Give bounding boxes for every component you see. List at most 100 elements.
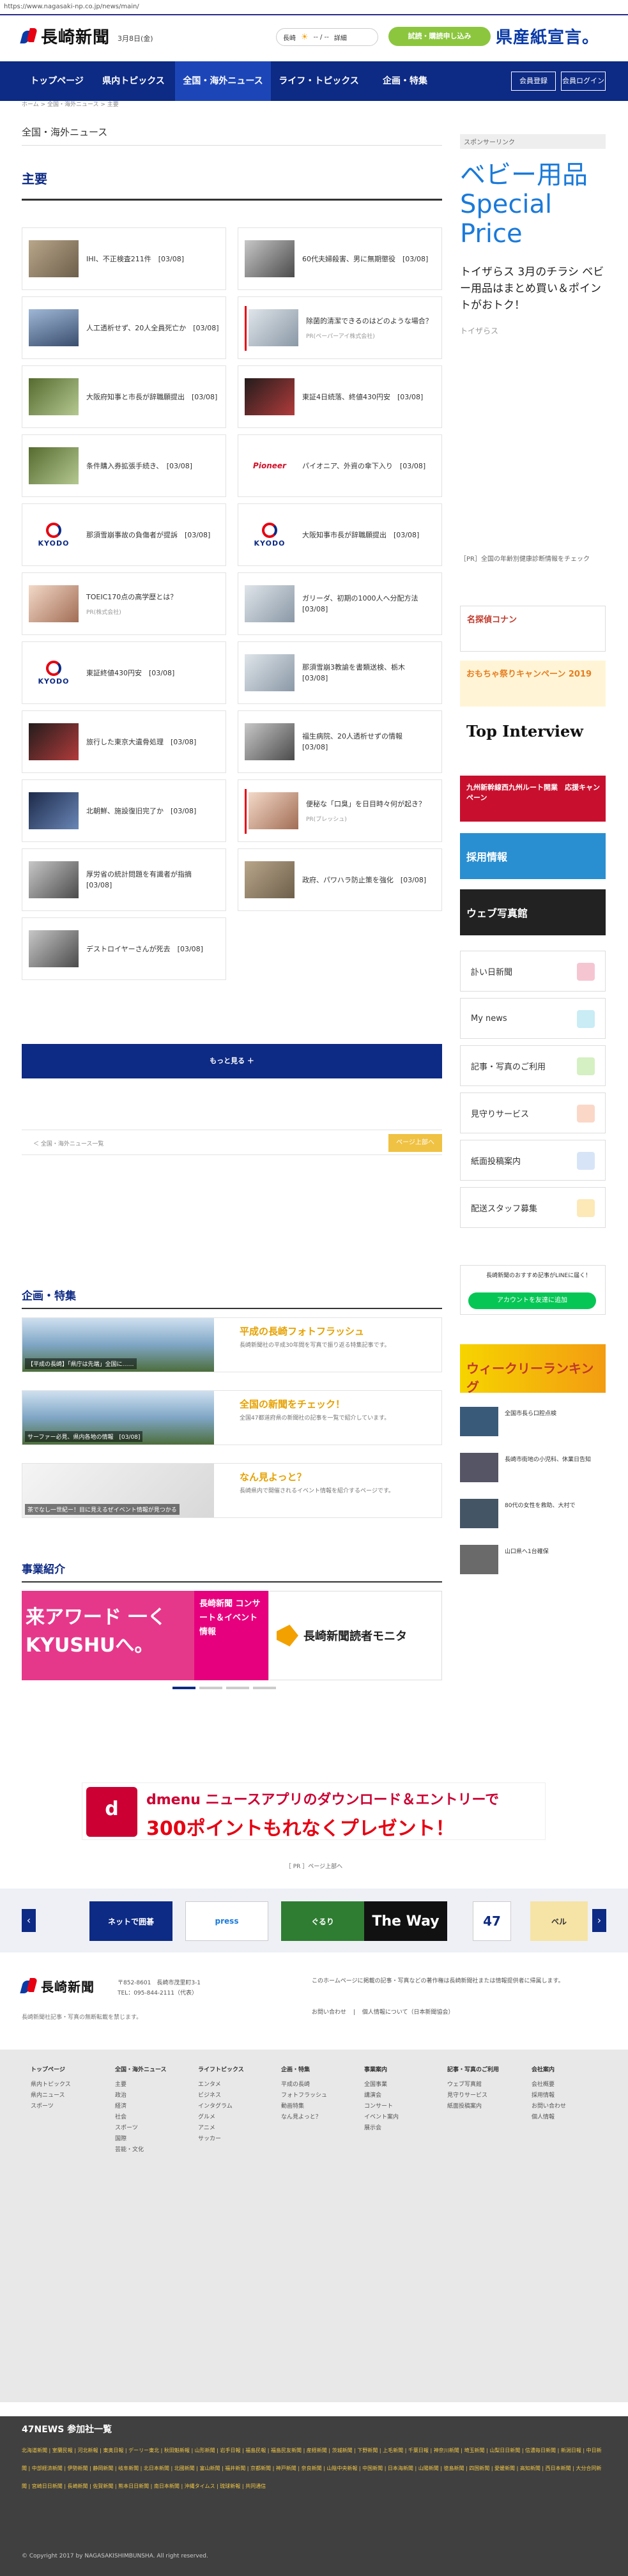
sidebar-link-obituary[interactable]: 訃い日新聞	[460, 951, 606, 992]
sitemap-link[interactable]: 動画特集	[281, 2101, 327, 2112]
sitemap-link[interactable]: アニメ	[198, 2123, 244, 2134]
sidebar-news-item[interactable]: 80代の女性を救助、大村で	[460, 1495, 606, 1533]
feature-card[interactable]: 茶でなし一世紀ー！目に見えるぜイベント情報が見つかる なん見よっと？ 長崎県内で…	[22, 1463, 442, 1518]
page-top-button[interactable]: ページ上部へ	[388, 1134, 442, 1152]
sidebar-news-item[interactable]: 全国市長ら口腔点検	[460, 1403, 606, 1441]
sitemap-link[interactable]: 全国事業	[364, 2080, 399, 2090]
sitemap-link[interactable]: 国際	[115, 2134, 167, 2145]
line-add-friend-button[interactable]: アカウントを友達に追加	[468, 1292, 596, 1309]
sponsor-ad[interactable]: ベビー用品 Special Price トイザらス 3月のチラシ ベビー用品はま…	[460, 160, 606, 336]
news-card[interactable]: 福生病院、20人透析せずの情報 [03/08]	[238, 710, 442, 773]
nav-national-news[interactable]: 全国・海外ニュース	[175, 61, 271, 101]
member-register-button[interactable]: 会員登録	[511, 72, 556, 91]
carousel-next-button[interactable]: ›	[592, 1909, 606, 1932]
news-card[interactable]: 北朝鮮、施設復旧完了か [03/08]	[22, 779, 226, 842]
partner-banner[interactable]: ぐるり	[281, 1901, 364, 1941]
sitemap-link[interactable]: グルメ	[198, 2112, 244, 2123]
nav-local-topics[interactable]: 県内トピックス	[92, 61, 175, 101]
sitemap-link[interactable]: ウェブ写真館	[447, 2080, 499, 2090]
business-banner[interactable]: 来アワード 一く KYUSHUへ。	[22, 1591, 194, 1680]
footer-logo[interactable]: 長崎新聞	[20, 1977, 95, 1995]
partner-banner[interactable]: press	[185, 1901, 268, 1941]
sitemap-heading[interactable]: 記事・写真のご利用	[447, 2065, 499, 2076]
sitemap-link[interactable]: 県内ニュース	[31, 2090, 71, 2101]
news-card[interactable]: 厚労省の統計問題を有識者が指摘 [03/08]	[22, 848, 226, 911]
sitemap-link[interactable]: 講演会	[364, 2090, 399, 2101]
sidebar-link-watch-service[interactable]: 見守りサービス	[460, 1092, 606, 1133]
sitemap-link[interactable]: なん見よっと？	[281, 2112, 327, 2123]
feature-card[interactable]: サーファー必見、県内各地の情報 [03/08] 全国の新聞をチェック！ 全国47…	[22, 1390, 442, 1445]
carousel-prev-button[interactable]: ‹	[22, 1909, 36, 1932]
weather-widget[interactable]: 長崎 ☀ -- / -- 詳細	[276, 28, 378, 46]
site-logo[interactable]: 長崎新聞	[20, 24, 110, 48]
news-card[interactable]: デストロイヤーさんが死去 [03/08]	[22, 917, 226, 980]
sidebar-link-article-use[interactable]: 記事・写真のご利用	[460, 1045, 606, 1086]
dpoint-ad-banner[interactable]: d dmenu ニュースアプリのダウンロード＆エントリーで 300ポイントもれな…	[82, 1782, 546, 1840]
news-card[interactable]: KYODO 大阪知事市長が辞職願提出 [03/08]	[238, 503, 442, 566]
top-interview-banner[interactable]: Top Interview	[460, 716, 606, 762]
business-banner[interactable]: 長崎新聞読者モニタ	[268, 1591, 442, 1680]
sitemap-heading[interactable]: ライフトピックス	[198, 2065, 244, 2076]
sitemap-link[interactable]: スポーツ	[31, 2101, 71, 2112]
recruit-banner[interactable]: 採用情報	[460, 833, 606, 879]
sitemap-link[interactable]: 会社概要	[532, 2080, 566, 2090]
text-ad[interactable]: ［PR］全国の年齢別健康診断情報をチェック	[460, 555, 606, 564]
sitemap-heading[interactable]: 企画・特集	[281, 2065, 327, 2076]
sitemap-heading[interactable]: 事業案内	[364, 2065, 399, 2076]
sitemap-link[interactable]: エンタメ	[198, 2080, 244, 2090]
nav-features[interactable]: 企画・特集	[367, 61, 443, 101]
business-carousel[interactable]: 来アワード 一く KYUSHUへ。 長崎新聞 コンサート＆イベント情報 長崎新聞…	[22, 1591, 442, 1680]
sitemap-link[interactable]: フォトフラッシュ	[281, 2090, 327, 2101]
sitemap-link[interactable]: 経済	[115, 2101, 167, 2112]
weather-more-link[interactable]: 詳細	[334, 33, 347, 42]
trial-subscribe-button[interactable]: 試読・購読申し込み	[388, 27, 491, 46]
sitemap-link[interactable]: 採用情報	[532, 2090, 566, 2101]
sidebar-news-item[interactable]: 長崎市街地の小児科、休業日告知	[460, 1449, 606, 1487]
sitemap-link[interactable]: インタグラム	[198, 2101, 244, 2112]
sitemap-link[interactable]: 政治	[115, 2090, 167, 2101]
carousel-dots[interactable]	[172, 1687, 276, 1689]
sitemap-link[interactable]: スポーツ	[115, 2123, 167, 2134]
login-button[interactable]: 会員ログイン	[561, 72, 606, 91]
sidebar-link-submission[interactable]: 紙面投稿案内	[460, 1140, 606, 1181]
sitemap-link[interactable]: ビジネス	[198, 2090, 244, 2101]
pr-card[interactable]: TOEIC170点の高学歴とは？ PR(株式会社)	[22, 572, 226, 635]
sitemap-link[interactable]: 見守りサービス	[447, 2090, 499, 2101]
feature-card[interactable]: 【平成の長崎】「県庁は先端」全国に…… 平成の長崎フォトフラッシュ 長崎新聞社の…	[22, 1317, 442, 1372]
news-card[interactable]: 条件購入券拡張手続き、 [03/08]	[22, 434, 226, 497]
pr-card[interactable]: 除菌的清潔できるのはどのような場合？ PR(ペーパーアイ株式会社)	[238, 296, 442, 359]
nav-top[interactable]: トップページ	[22, 61, 92, 101]
news-card[interactable]: ガリーダ、初期の1000人へ分配方法 [03/08]	[238, 572, 442, 635]
sitemap-link[interactable]: 紙面投稿案内	[447, 2101, 499, 2112]
partner-banner[interactable]: 47	[473, 1901, 511, 1941]
sitemap-link[interactable]: 社会	[115, 2112, 167, 2123]
nav-life-topics[interactable]: ライフ・トピックス	[271, 61, 367, 101]
sitemap-heading[interactable]: 会社案内	[532, 2065, 566, 2076]
sitemap-link[interactable]: 展示会	[364, 2123, 399, 2134]
sitemap-link[interactable]: コンサート	[364, 2101, 399, 2112]
sidebar-news-item[interactable]: 山口県へ1台確保	[460, 1541, 606, 1579]
pr-card[interactable]: 便秘な「口臭」を日目時々何が起き？ PR(ブレッシュ)	[238, 779, 442, 842]
sidebar-link-delivery-staff[interactable]: 配送スタッフ募集	[460, 1187, 606, 1228]
partner-banner[interactable]: The Way	[364, 1901, 447, 1941]
pr-caption[interactable]: ［ PR ］ページ上部へ	[0, 1862, 628, 1870]
sitemap-link[interactable]: 県内トピックス	[31, 2080, 71, 2090]
partner-banner[interactable]: ネットで囲碁	[89, 1901, 172, 1941]
load-more-button[interactable]: もっと見る ＋	[22, 1044, 442, 1078]
news-card[interactable]: KYODO 那須雪崩事故の負傷者が提訴 [03/08]	[22, 503, 226, 566]
sitemap-heading[interactable]: 全国・海外ニュース	[115, 2065, 167, 2076]
shinkansen-banner[interactable]: 九州新幹線西九州ルート開業 応援キャンペーン	[460, 776, 606, 822]
sitemap-link[interactable]: 主要	[115, 2080, 167, 2090]
sitemap-heading[interactable]: トップページ	[31, 2065, 71, 2076]
back-to-list-link[interactable]: ＜ 全国・海外ニュース一覧	[33, 1139, 103, 1147]
news-card[interactable]: 旅行した東京大遺骨処理 [03/08]	[22, 710, 226, 773]
sidebar-link-mynews[interactable]: My news	[460, 998, 606, 1039]
sitemap-link[interactable]: サッカー	[198, 2134, 244, 2145]
news-card[interactable]: 60代夫婦殺害、男に無期懲役 [03/08]	[238, 227, 442, 290]
news-card[interactable]: 人工透析せず、20人全員死亡か [03/08]	[22, 296, 226, 359]
sitemap-link[interactable]: 芸能・文化	[115, 2145, 167, 2156]
privacy-link[interactable]: 個人情報について（日本新聞協会）	[362, 2009, 454, 2016]
breadcrumb[interactable]: ホーム > 全国・海外ニュース > 主要	[22, 100, 119, 108]
news-card[interactable]: Pioneer パイオニア、外資の傘下入り [03/08]	[238, 434, 442, 497]
conan-banner[interactable]: 名探偵コナン	[460, 606, 606, 652]
